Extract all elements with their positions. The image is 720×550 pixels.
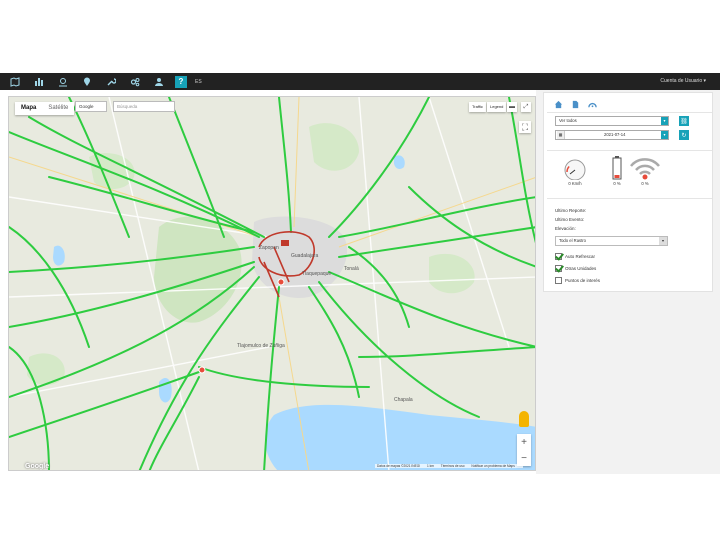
traffic-button[interactable]: Traffic (469, 102, 486, 112)
fullscreen-icon[interactable]: ⛶ (519, 121, 531, 133)
svg-text:Chapala: Chapala (394, 397, 413, 403)
map-icon[interactable] (6, 73, 24, 90)
svg-text:Tlaquepaque: Tlaquepaque (302, 271, 331, 277)
map-data-credit: Datos de mapas ©2021 INEGI (377, 464, 421, 468)
language-selector[interactable]: ES (195, 79, 202, 85)
terms-link[interactable]: Términos de uso (441, 464, 465, 468)
users-icon[interactable] (150, 73, 168, 90)
svg-text:Tonalá: Tonalá (344, 266, 359, 272)
reports-icon[interactable] (30, 73, 48, 90)
map-search-input[interactable]: Búsqueda (113, 101, 175, 112)
account-menu[interactable]: Cuenta de Usuario ▾ (660, 78, 706, 84)
layers-icon[interactable]: ▬ (507, 102, 517, 112)
measure-icon[interactable]: ⤢ (521, 102, 531, 112)
svg-text:Zapopan: Zapopan (259, 245, 279, 251)
marker-icon[interactable] (78, 73, 96, 90)
gears-icon[interactable] (126, 73, 144, 90)
map-type-satellite[interactable]: Satélite (42, 102, 74, 115)
map-attribution: Datos de mapas ©2021 INEGI 1 km Términos… (375, 464, 523, 468)
map-type-control: Mapa Satélite (15, 102, 75, 115)
svg-text:Guadalajara: Guadalajara (291, 253, 318, 259)
svg-text:Tlajomulco de Zúñiga: Tlajomulco de Zúñiga (237, 343, 285, 349)
zoom-control: + − (517, 434, 531, 466)
map-graphic: Zapopan Guadalajara Tlaquepaque Tonalá T… (9, 97, 535, 470)
map-scale: 1 km (427, 464, 434, 468)
street-view-pegman-icon[interactable] (519, 411, 529, 427)
map-provider-select[interactable]: Google (75, 101, 107, 112)
legend-button[interactable]: Legend (487, 102, 507, 112)
google-logo: Google (25, 463, 50, 470)
wrench-icon[interactable] (102, 73, 120, 90)
panel-border (543, 92, 713, 292)
map-canvas[interactable]: Zapopan Guadalajara Tlaquepaque Tonalá T… (8, 96, 536, 471)
map-type-map[interactable]: Mapa (15, 102, 42, 115)
zoom-in-button[interactable]: + (517, 434, 531, 450)
top-navbar: ? ES Cuenta de Usuario ▾ (0, 73, 720, 90)
report-problem-link[interactable]: Notificar un problema de Maps (471, 464, 514, 468)
help-button[interactable]: ? (175, 75, 187, 88)
location-pin-icon[interactable] (54, 73, 72, 90)
